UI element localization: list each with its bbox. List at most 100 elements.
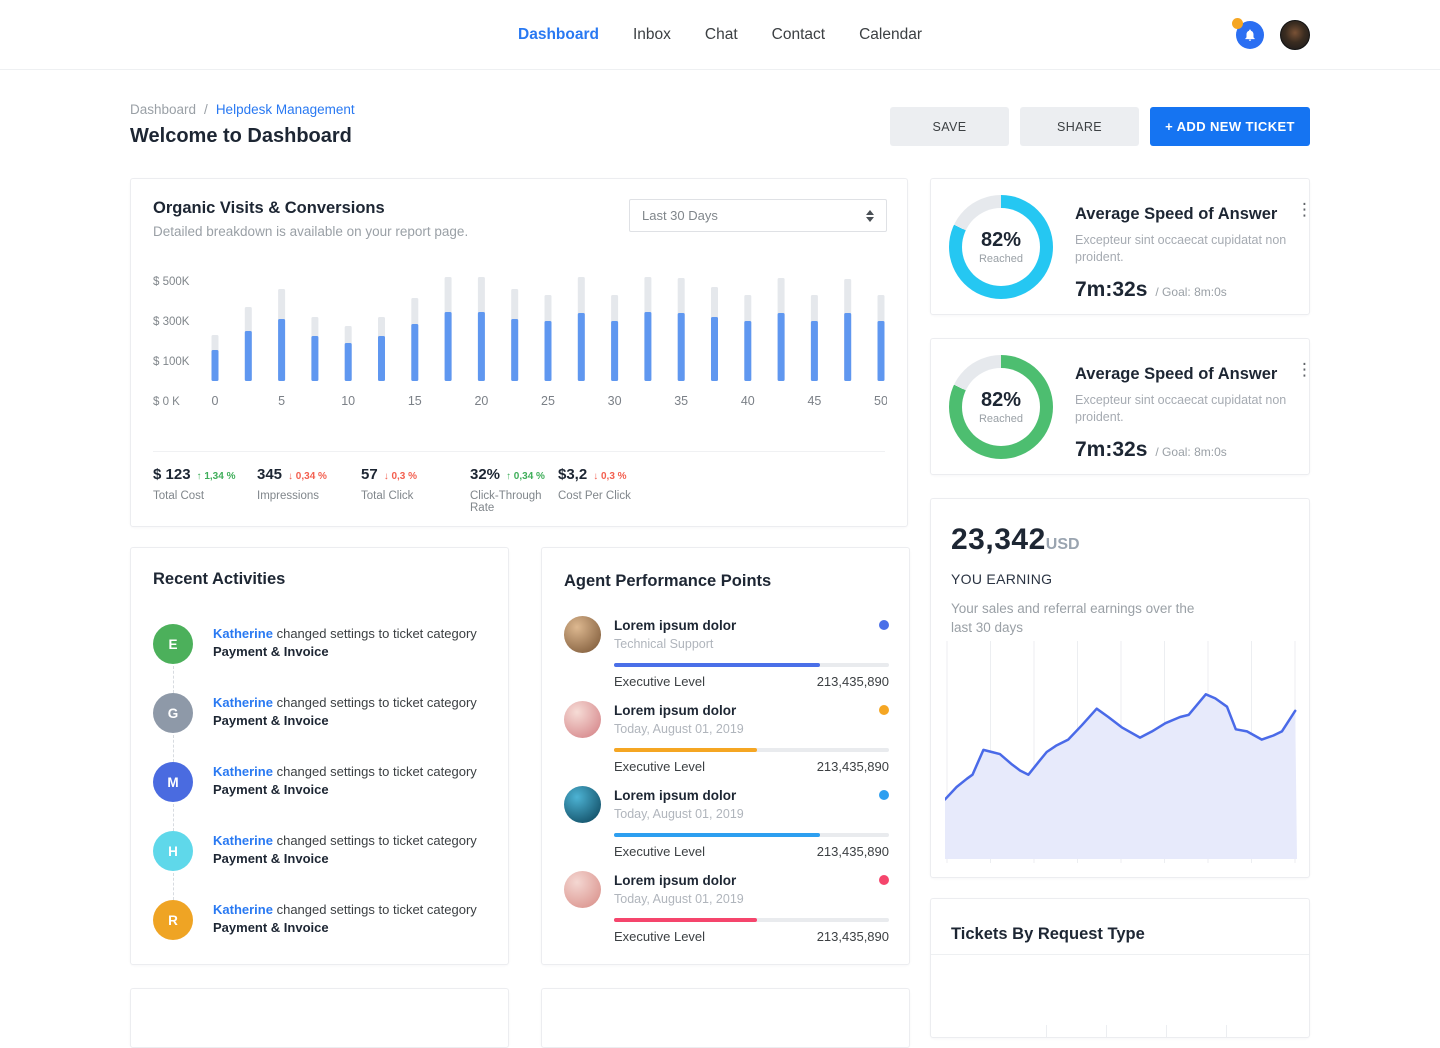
agent-level-label: Executive Level <box>614 844 705 859</box>
svg-text:$ 300K: $ 300K <box>153 316 190 328</box>
stat-value: 345 <box>257 466 282 483</box>
agent-name: Lorem ipsum dolor <box>614 871 744 888</box>
divider <box>931 954 1309 955</box>
share-button[interactable]: SHARE <box>1020 107 1139 146</box>
earnings-card: 23,342 USD YOU EARNING Your sales and re… <box>930 498 1310 878</box>
stat-label: Total Click <box>361 490 470 502</box>
speed-time-value: 7m:32s <box>1075 278 1147 302</box>
main-nav: Dashboard Inbox Chat Contact Calendar <box>0 0 1440 70</box>
activity-user[interactable]: Katherine <box>213 764 273 779</box>
agent-level-label: Executive Level <box>614 674 705 689</box>
earnings-label: YOU EARNING <box>951 571 1052 587</box>
notification-badge <box>1232 18 1243 29</box>
speed-time-value: 7m:32s <box>1075 438 1147 462</box>
earnings-description: Your sales and referral earnings over th… <box>951 599 1201 637</box>
activity-item: E Katherine changed settings to ticket c… <box>153 624 490 693</box>
svg-text:0: 0 <box>212 394 219 408</box>
stat-value: $3,2 <box>558 466 587 483</box>
activity-action: changed settings to ticket category <box>277 626 477 641</box>
user-avatar[interactable] <box>1280 20 1310 50</box>
agent-progress-track <box>614 663 889 667</box>
organic-card-title: Organic Visits & Conversions <box>153 199 468 218</box>
bottom-card-left <box>130 988 509 1048</box>
agent-points: 213,435,890 <box>817 759 889 774</box>
activity-avatar: H <box>153 831 193 871</box>
svg-text:30: 30 <box>608 394 622 408</box>
svg-text:5: 5 <box>278 394 285 408</box>
nav-item-contact[interactable]: Contact <box>772 26 825 44</box>
add-new-ticket-button[interactable]: + ADD NEW TICKET <box>1150 107 1310 146</box>
recent-activities-title: Recent Activities <box>153 570 285 589</box>
agent-avatar <box>564 871 601 908</box>
save-button[interactable]: SAVE <box>890 107 1009 146</box>
agent-progress-fill <box>614 748 757 752</box>
agent-name: Lorem ipsum dolor <box>614 616 736 633</box>
activity-action: changed settings to ticket category <box>277 695 477 710</box>
kpi-stat: 345 ↓ 0,34 % Impressions <box>257 466 361 514</box>
navbar-right <box>1236 0 1310 70</box>
agent-subtitle: Today, August 01, 2019 <box>614 722 744 736</box>
date-range-value: Last 30 Days <box>642 208 718 223</box>
stat-label: Impressions <box>257 490 361 502</box>
agent-status-dot <box>879 620 889 630</box>
nav-item-dashboard[interactable]: Dashboard <box>518 26 599 44</box>
kebab-menu-icon[interactable]: ⋮ <box>1296 363 1313 384</box>
nav-item-chat[interactable]: Chat <box>705 26 738 44</box>
agent-performance-title: Agent Performance Points <box>564 572 771 591</box>
avg-speed-card-2: 82% Reached Average Speed of Answer ⋮ Ex… <box>930 338 1310 475</box>
speed-card-desc: Excepteur sint occaecat cupidatat non pr… <box>1075 232 1313 266</box>
speed-donut-chart: 82% Reached <box>949 355 1053 459</box>
organic-visits-card: Organic Visits & Conversions Detailed br… <box>130 178 908 527</box>
breadcrumb-root[interactable]: Dashboard <box>130 102 196 117</box>
nav-item-calendar[interactable]: Calendar <box>859 26 922 44</box>
activity-list: E Katherine changed settings to ticket c… <box>153 624 490 969</box>
svg-text:$ 100K: $ 100K <box>153 356 190 368</box>
stat-delta: ↑ 0,34 % <box>506 471 545 482</box>
donut-reached-label: Reached <box>979 253 1023 265</box>
agent-progress-track <box>614 918 889 922</box>
kpi-stat: $ 123 ↑ 1,34 % Total Cost <box>153 466 257 514</box>
activity-item: M Katherine changed settings to ticket c… <box>153 762 490 831</box>
activity-target[interactable]: Payment & Invoice <box>213 851 329 866</box>
breadcrumb-current[interactable]: Helpdesk Management <box>216 102 355 117</box>
svg-text:25: 25 <box>541 394 555 408</box>
speed-donut-chart: 82% Reached <box>949 195 1053 299</box>
notifications-button[interactable] <box>1236 21 1264 49</box>
agent-level-label: Executive Level <box>614 929 705 944</box>
svg-text:45: 45 <box>807 394 821 408</box>
donut-reached-label: Reached <box>979 413 1023 425</box>
breadcrumb-separator: / <box>204 102 208 117</box>
agent-status-dot <box>879 875 889 885</box>
agent-item: Lorem ipsum dolor Today, August 01, 2019… <box>564 701 889 786</box>
agent-level-row: Executive Level 213,435,890 <box>614 759 889 774</box>
agent-level-row: Executive Level 213,435,890 <box>614 844 889 859</box>
activity-target[interactable]: Payment & Invoice <box>213 644 329 659</box>
date-range-select[interactable]: Last 30 Days <box>629 199 887 232</box>
recent-activities-card: Recent Activities E Katherine changed se… <box>130 547 509 965</box>
stat-value: $ 123 <box>153 466 191 483</box>
agent-level-label: Executive Level <box>614 759 705 774</box>
activity-user[interactable]: Katherine <box>213 626 273 641</box>
stat-label: Total Cost <box>153 490 257 502</box>
activity-target[interactable]: Payment & Invoice <box>213 713 329 728</box>
svg-text:40: 40 <box>741 394 755 408</box>
activity-item: G Katherine changed settings to ticket c… <box>153 693 490 762</box>
agent-list: Lorem ipsum dolor Technical Support Exec… <box>564 616 889 956</box>
agent-progress-fill <box>614 833 820 837</box>
agent-points: 213,435,890 <box>817 929 889 944</box>
activity-user[interactable]: Katherine <box>213 902 273 917</box>
activity-target[interactable]: Payment & Invoice <box>213 920 329 935</box>
activity-text: Katherine changed settings to ticket cat… <box>213 693 477 762</box>
activity-user[interactable]: Katherine <box>213 833 273 848</box>
donut-percent: 82% <box>981 229 1021 252</box>
page-title: Welcome to Dashboard <box>130 125 352 148</box>
nav-item-inbox[interactable]: Inbox <box>633 26 671 44</box>
activity-action: changed settings to ticket category <box>277 833 477 848</box>
activity-action: changed settings to ticket category <box>277 764 477 779</box>
activity-action: changed settings to ticket category <box>277 902 477 917</box>
activity-user[interactable]: Katherine <box>213 695 273 710</box>
kebab-menu-icon[interactable]: ⋮ <box>1296 203 1313 224</box>
activity-avatar: M <box>153 762 193 802</box>
activity-item: H Katherine changed settings to ticket c… <box>153 831 490 900</box>
activity-target[interactable]: Payment & Invoice <box>213 782 329 797</box>
